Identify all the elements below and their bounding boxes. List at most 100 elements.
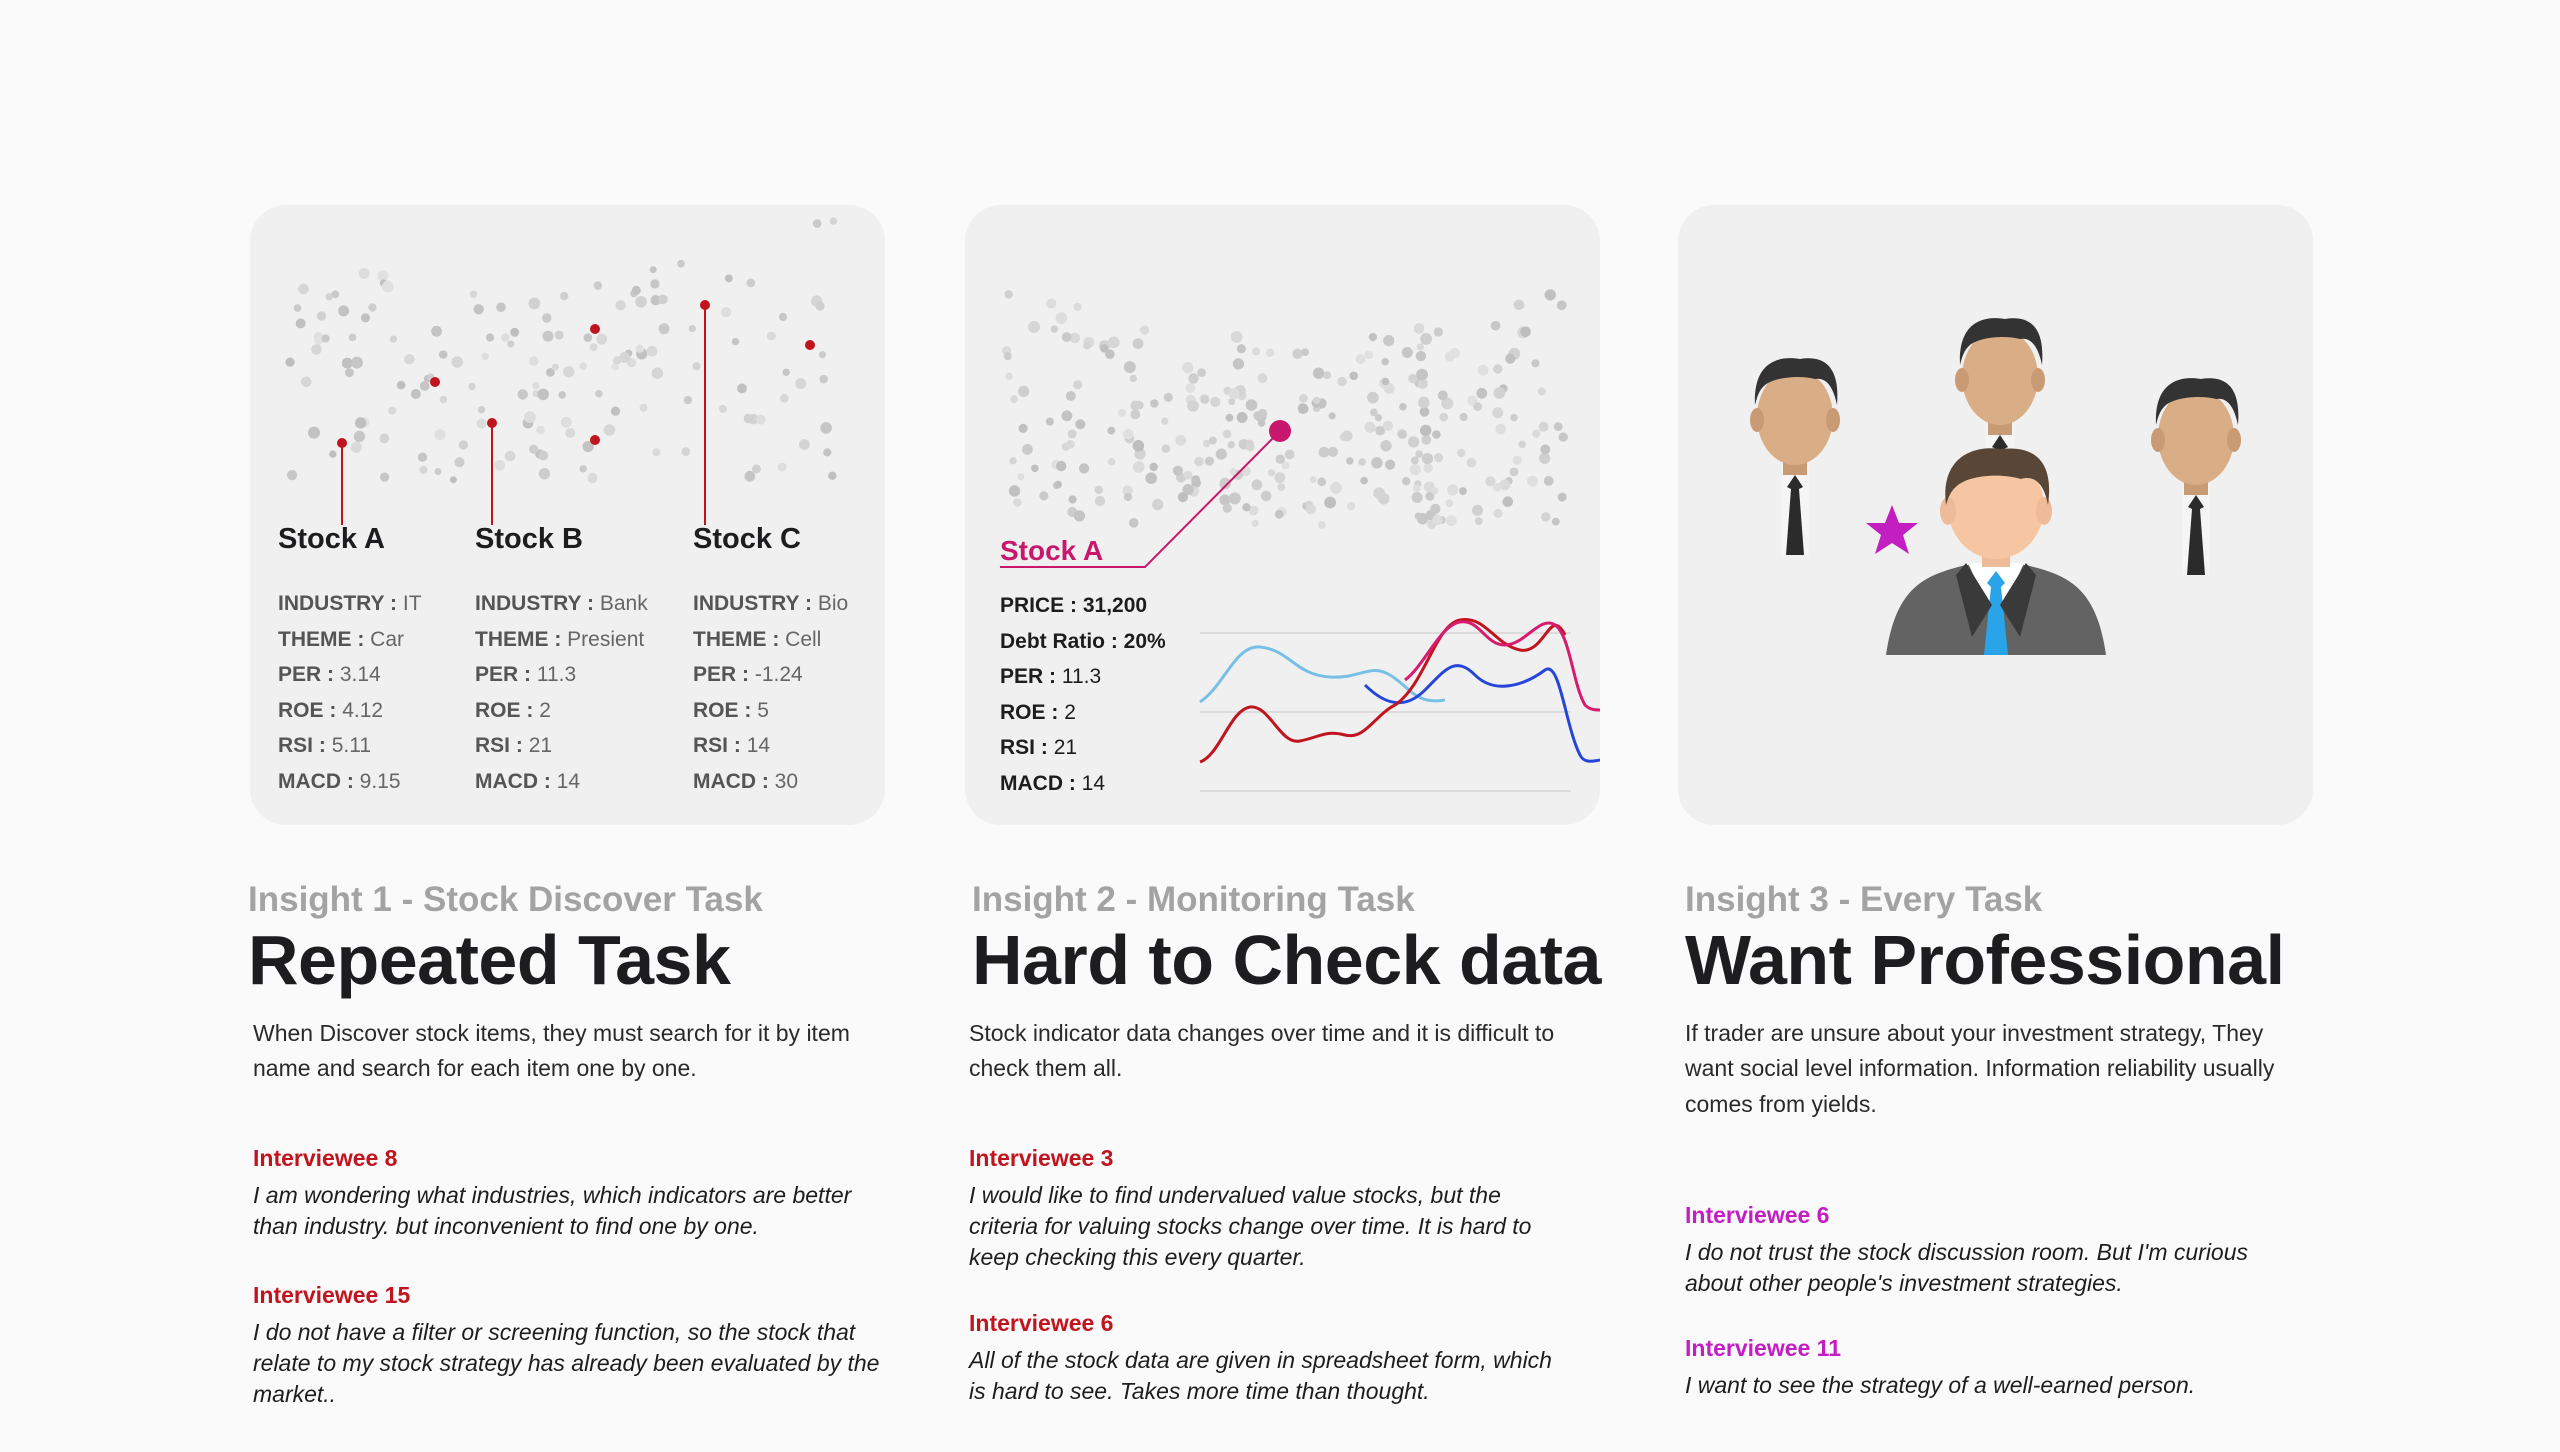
scatter-point xyxy=(1161,444,1171,453)
scatter-point xyxy=(746,278,756,288)
scatter-point xyxy=(1123,361,1136,374)
scatter-point xyxy=(1132,338,1144,350)
stock-b-row: INDUSTRY : Bank xyxy=(475,592,648,615)
scatter-point xyxy=(1414,512,1423,520)
scatter-point xyxy=(1065,391,1076,401)
scatter-point xyxy=(560,416,572,428)
scatter-point xyxy=(1380,440,1392,452)
scatter-point xyxy=(1305,504,1317,515)
people-illustration xyxy=(1750,318,2241,655)
indicator-row: MACD : 14 xyxy=(1000,771,1106,795)
scatter-point xyxy=(404,354,415,365)
scatter-point xyxy=(524,411,536,424)
scatter-point xyxy=(1420,333,1432,345)
scatter-point xyxy=(1228,388,1240,400)
scatter-point xyxy=(1245,439,1254,448)
scatter-point xyxy=(1172,465,1183,476)
quote-block: Interviewee 8 I am wondering what indust… xyxy=(253,1145,893,1242)
scatter-point xyxy=(1476,387,1488,399)
scatter-point xyxy=(1229,468,1237,476)
scatter-point xyxy=(1369,408,1378,417)
scatter-point xyxy=(1423,463,1433,473)
scatter-point xyxy=(1360,476,1368,485)
scatter-point xyxy=(1075,419,1086,430)
scatter-point xyxy=(819,374,828,384)
scatter-point xyxy=(778,312,788,322)
scatter-point xyxy=(782,368,790,376)
scatter-point xyxy=(1493,508,1503,518)
scatter-point xyxy=(1415,350,1427,362)
scatter-point xyxy=(1219,494,1231,506)
insight-description: When Discover stock items, they must sea… xyxy=(253,1019,850,1082)
scatter-point xyxy=(1421,453,1434,465)
scatter-point xyxy=(358,268,370,279)
scatter-point xyxy=(1152,498,1164,511)
scatter-point xyxy=(449,476,457,484)
scatter-point xyxy=(473,304,484,315)
scatter-point xyxy=(1257,419,1266,427)
scatter-point xyxy=(1373,487,1386,499)
scatter-point xyxy=(1410,456,1419,465)
scatter-point xyxy=(1431,487,1439,495)
scatter-point xyxy=(351,356,363,369)
scatter-point xyxy=(504,450,516,462)
scatter-point xyxy=(1421,435,1432,445)
scatter-point xyxy=(1094,485,1103,494)
stock-a-row: THEME : Car xyxy=(278,627,405,651)
scatter-point xyxy=(501,333,510,342)
scatter-point xyxy=(1556,300,1567,311)
scatter-point xyxy=(1493,387,1506,399)
scatter-point xyxy=(635,296,647,308)
scatter-point xyxy=(1490,320,1501,331)
scatter-point xyxy=(1013,498,1022,507)
insight-description: If trader are unsure about your investme… xyxy=(1685,1019,2275,1117)
scatter-point xyxy=(1312,396,1321,405)
scatter-point xyxy=(1520,326,1531,338)
scatter-point xyxy=(1493,364,1503,374)
insight-label: Insight 1 - Stock Discover Task xyxy=(248,880,763,919)
stock-b-details: Stock B INDUSTRY : Bank THEME : Presient… xyxy=(475,523,648,799)
scatter-point xyxy=(517,389,528,400)
scatter-point xyxy=(1413,323,1425,334)
scatter-point xyxy=(1236,412,1248,423)
scatter-point xyxy=(1061,332,1072,342)
highlighted-stock-point xyxy=(805,340,815,350)
scatter-point xyxy=(434,468,442,475)
scatter-point xyxy=(419,465,428,474)
scatter-point xyxy=(558,391,566,399)
scatter-point xyxy=(651,367,664,379)
scatter-point xyxy=(639,403,648,412)
scatter-point xyxy=(1061,410,1073,422)
scatter-point xyxy=(350,441,362,453)
scatter-point xyxy=(301,376,312,388)
scatter-point xyxy=(1381,358,1389,366)
stock-a-title: Stock A xyxy=(278,523,385,555)
scatter-point xyxy=(829,217,838,225)
scatter-point xyxy=(1558,432,1568,442)
scatter-point xyxy=(1309,476,1317,484)
scatter-point xyxy=(1245,399,1258,411)
scatter-point xyxy=(360,313,371,323)
scatter-point xyxy=(458,440,469,450)
scatter-point xyxy=(718,404,727,413)
scatter-point xyxy=(1540,444,1551,455)
scatter-point xyxy=(537,388,549,401)
scatter-point xyxy=(1318,521,1326,529)
interviewee-quote: I do not have a filter or screening func… xyxy=(253,1319,880,1407)
scatter-point xyxy=(652,448,661,457)
scatter-point xyxy=(579,465,587,473)
scatter-point xyxy=(743,413,754,424)
scatter-point xyxy=(1477,364,1489,376)
scatter-point xyxy=(293,304,302,312)
stock-b-row: MACD : 14 xyxy=(475,769,581,793)
scatter-point xyxy=(1432,430,1441,439)
scatter-point xyxy=(344,368,354,378)
scatter-point xyxy=(1018,385,1030,397)
scatter-point xyxy=(1317,477,1327,487)
scatter-point xyxy=(1474,517,1483,525)
scatter-point xyxy=(1185,383,1196,394)
scatter-point xyxy=(1022,444,1033,455)
scatter-point xyxy=(1274,509,1284,519)
scatter-point xyxy=(529,356,539,366)
scatter-point xyxy=(1544,289,1556,301)
